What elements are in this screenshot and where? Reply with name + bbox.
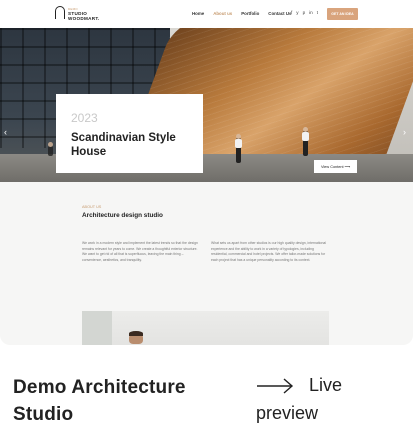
live-label: Live [309,375,343,395]
get-idea-button[interactable]: GET AN IDEA [327,8,358,20]
hero-year: 2023 [71,111,98,125]
portrait-photo [82,311,329,345]
nav-portfolio[interactable]: Portfolio [241,11,259,16]
preview-label: preview [256,403,319,423]
logo-line-2: WOODMART. [68,16,100,21]
person-figure [302,127,309,156]
linkedin-icon[interactable]: in [309,10,313,15]
slider-prev-icon[interactable]: ‹ [4,127,7,137]
main-nav: Home About us Portfolio Contact Us [192,11,291,16]
view-content-button[interactable]: View Content ⟶ [314,160,357,173]
about-paragraph-right: What sets us apart from other studios is… [211,241,326,262]
facebook-icon[interactable]: f [291,10,292,15]
social-links: f y p in t [291,10,318,15]
logo-text: STUDIO WOODMART. [68,11,100,21]
logo-arch-icon [55,6,65,19]
site-header: DEMO STUDIO WOODMART. Home About us Port… [0,0,413,28]
pinterest-icon[interactable]: p [303,10,306,15]
arrow-right-icon [257,378,294,394]
site-logo[interactable]: DEMO STUDIO WOODMART. [55,5,115,23]
section-label: ABOUT US [82,205,102,209]
person-figure [235,134,242,163]
nav-about-us[interactable]: About us [213,11,232,16]
nav-home[interactable]: Home [192,11,204,16]
demo-title[interactable]: Demo Architecture Studio [13,374,243,428]
slider-next-icon[interactable]: › [403,127,406,137]
person-figure [48,142,53,156]
hero-caption-card: 2023 Scandinavian Style House [56,94,203,173]
twitter-icon[interactable]: y [296,10,298,15]
demo-screenshot-card[interactable]: DEMO STUDIO WOODMART. Home About us Port… [0,0,413,345]
nav-contact-us[interactable]: Contact Us [268,11,291,16]
section-title: Architecture design studio [82,212,163,219]
about-paragraph-left: We work in a modern style and implement … [82,241,198,262]
hero-title: Scandinavian Style House [71,132,176,158]
telegram-icon[interactable]: t [317,10,318,15]
